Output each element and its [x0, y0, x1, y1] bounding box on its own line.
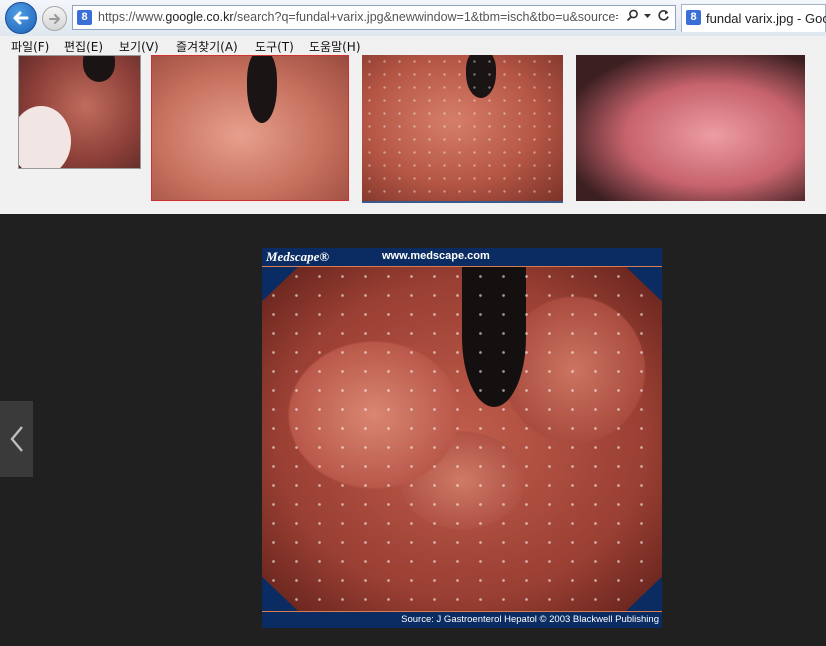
url-host: google.co.kr [165, 10, 234, 24]
result-thumbnail[interactable] [151, 55, 349, 201]
menu-tools[interactable]: 도구(T) [255, 38, 294, 55]
google-favicon-icon: 8 [77, 10, 92, 25]
image-results-strip [0, 55, 826, 214]
previous-image-button[interactable] [0, 401, 33, 477]
menu-file[interactable]: 파일(F) [11, 38, 49, 55]
reflection-dots [362, 55, 563, 201]
back-button[interactable] [5, 2, 37, 34]
image-header: Medscape® www.medscape.com [262, 248, 662, 267]
url-path: /search?q=fundal+varix.jpg&newwindow=1&t… [233, 10, 619, 24]
menu-help[interactable]: 도움말(H) [309, 38, 361, 55]
forward-arrow-icon [48, 13, 60, 24]
endoscope-shape [83, 56, 115, 82]
tab-fundal-varix[interactable]: 8 fundal varix.jpg - Goo [681, 4, 826, 32]
endoscopy-photo [262, 267, 662, 611]
refresh-icon[interactable] [657, 9, 670, 27]
tab-favicon-icon: 8 [686, 10, 701, 25]
menu-favorites[interactable]: 즐겨찾기(A) [176, 38, 238, 55]
search-icon[interactable] [626, 9, 639, 27]
back-arrow-icon [13, 11, 29, 25]
chevron-down-icon[interactable] [643, 9, 652, 27]
browser-toolbar: 8 https://www.google.co.kr/search?q=fund… [0, 0, 826, 37]
tab-title: fundal varix.jpg - Goo [706, 11, 826, 26]
menu-bar: 파일(F) 편집(E) 보기(V) 즐겨찾기(A) 도구(T) 도움말(H) [0, 36, 826, 55]
image-footer: Source: J Gastroenterol Hepatol © 2003 B… [262, 611, 662, 629]
menu-edit[interactable]: 편집(E) [64, 38, 103, 55]
forward-button[interactable] [42, 6, 67, 31]
preview-image[interactable]: Medscape® www.medscape.com Source: J Gas… [262, 248, 662, 628]
address-bar[interactable]: 8 https://www.google.co.kr/search?q=fund… [72, 5, 676, 30]
address-url[interactable]: https://www.google.co.kr/search?q=fundal… [98, 9, 618, 26]
image-source-caption: Source: J Gastroenterol Hepatol © 2003 B… [401, 614, 659, 625]
chevron-left-icon [9, 426, 23, 452]
endoscope-shape [247, 56, 277, 123]
result-thumbnail[interactable] [18, 55, 141, 169]
medscape-logo: Medscape® [266, 249, 330, 264]
menu-view[interactable]: 보기(V) [119, 38, 159, 55]
result-thumbnail-selected[interactable] [362, 55, 563, 203]
reflection-dots [262, 267, 662, 611]
result-thumbnail[interactable] [576, 55, 805, 201]
url-prefix: https://www. [98, 10, 166, 24]
light-reflection-shape [19, 106, 71, 168]
image-site-url: www.medscape.com [382, 250, 490, 262]
